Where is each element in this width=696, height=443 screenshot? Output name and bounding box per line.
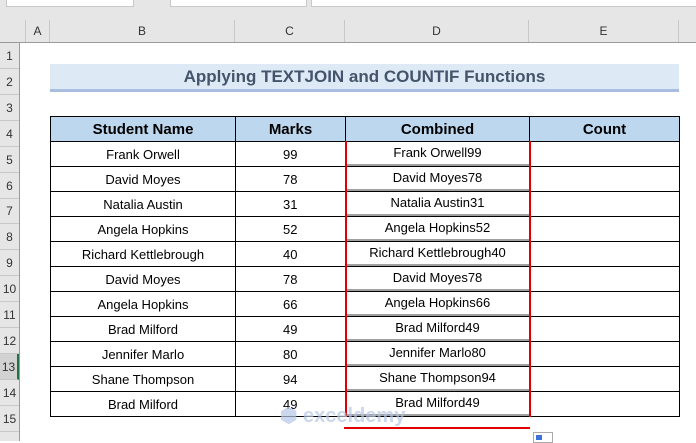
cell-marks[interactable]: 78 (235, 166, 346, 192)
cell-student-name[interactable]: Brad Milford (50, 391, 236, 417)
row-header[interactable]: 14 (0, 380, 19, 406)
name-box[interactable] (6, 0, 134, 7)
cell-student-name[interactable]: Angela Hopkins (50, 291, 236, 317)
cell-combined[interactable]: Jennifer Marlo80 (344, 341, 531, 367)
quick-analysis-button[interactable] (533, 432, 553, 443)
row-header[interactable]: 10 (0, 276, 19, 303)
row-header[interactable]: 2 (0, 69, 19, 95)
cell-count[interactable] (529, 216, 680, 242)
sheet-title: Applying TEXTJOIN and COUNTIF Functions (50, 64, 679, 92)
cell-student-name[interactable]: Angela Hopkins (50, 216, 236, 242)
column-header[interactable]: D (345, 20, 529, 42)
cell-count[interactable] (529, 166, 680, 192)
cell-count[interactable] (529, 291, 680, 317)
cell-student-name[interactable]: Jennifer Marlo (50, 341, 236, 367)
row-headers: 1 2 3 4 5 6 7 8 9 10 11 12 13 14 15 (0, 43, 20, 441)
table-row: David Moyes 78 David Moyes78 (50, 266, 680, 292)
column-header[interactable]: C (235, 20, 345, 42)
cell-marks[interactable]: 40 (235, 241, 346, 267)
table-row: Angela Hopkins 52 Angela Hopkins52 (50, 216, 680, 242)
table-row: Shane Thompson 94 Shane Thompson94 (50, 366, 680, 392)
table-row: Richard Kettlebrough 40 Richard Kettlebrou… (50, 241, 680, 267)
cell-combined[interactable]: Frank Orwell99 (344, 141, 531, 167)
cell-marks[interactable]: 80 (235, 341, 346, 367)
cell-marks[interactable]: 52 (235, 216, 346, 242)
select-all-button[interactable] (0, 20, 26, 42)
cell-student-name[interactable]: Frank Orwell (50, 141, 236, 167)
row-header[interactable]: 12 (0, 328, 19, 354)
cell-count[interactable] (529, 141, 680, 167)
table-row: Frank Orwell 99 Frank Orwell99 (50, 141, 680, 167)
data-table: Student Name Marks Combined Count Frank … (50, 116, 680, 417)
table-row: Angela Hopkins 66 Angela Hopkins66 (50, 291, 680, 317)
column-headers: A B C D E (0, 20, 696, 43)
combined-value: Angela Hopkins66 (346, 292, 529, 316)
row-header[interactable]: 7 (0, 198, 19, 225)
cell-combined[interactable]: Richard Kettlebrough40 (344, 241, 531, 267)
cell-combined[interactable]: David Moyes78 (344, 266, 531, 292)
row-header[interactable]: 1 (0, 43, 19, 69)
cell-count[interactable] (529, 266, 680, 292)
row-header[interactable]: 8 (0, 224, 19, 251)
cell-marks[interactable]: 49 (235, 316, 346, 342)
combined-value: Frank Orwell99 (346, 142, 529, 166)
cell-count[interactable] (529, 366, 680, 392)
cell-student-name[interactable]: David Moyes (50, 166, 236, 192)
cell-marks[interactable]: 78 (235, 266, 346, 292)
header-marks[interactable]: Marks (235, 116, 346, 142)
row-header[interactable]: 13 (0, 353, 19, 380)
column-header[interactable]: E (529, 20, 679, 42)
table-header-row: Student Name Marks Combined Count (50, 116, 680, 142)
combined-value: Shane Thompson94 (346, 367, 529, 391)
cell-student-name[interactable]: Brad Milford (50, 316, 236, 342)
cell-combined[interactable]: Brad Milford49 (344, 316, 531, 342)
row-header[interactable]: 3 (0, 95, 19, 121)
combined-value: Jennifer Marlo80 (346, 342, 529, 366)
header-combined[interactable]: Combined (345, 116, 530, 142)
table-row: Jennifer Marlo 80 Jennifer Marlo80 (50, 341, 680, 367)
function-box[interactable] (170, 0, 307, 7)
watermark-logo: ⬢ exceldemy (280, 405, 406, 427)
combined-value: David Moyes78 (346, 167, 529, 191)
combined-value: Natalia Austin31 (346, 192, 529, 216)
cell-student-name[interactable]: Richard Kettlebrough (50, 241, 236, 267)
cell-count[interactable] (529, 241, 680, 267)
cell-count[interactable] (529, 316, 680, 342)
row-header[interactable]: 11 (0, 302, 19, 328)
row-header[interactable]: 15 (0, 406, 19, 432)
cell-combined[interactable]: Angela Hopkins52 (344, 216, 531, 242)
cell-student-name[interactable]: David Moyes (50, 266, 236, 292)
row-header[interactable]: 5 (0, 147, 19, 173)
column-header[interactable]: B (50, 20, 235, 42)
cell-student-name[interactable]: Shane Thompson (50, 366, 236, 392)
formula-bar-area (0, 0, 696, 20)
combined-value: David Moyes78 (346, 267, 529, 291)
combined-value: Angela Hopkins52 (346, 217, 529, 241)
cell-combined[interactable]: David Moyes78 (344, 166, 531, 192)
cell-combined[interactable]: Shane Thompson94 (344, 366, 531, 392)
cell-combined[interactable]: Angela Hopkins66 (344, 291, 531, 317)
cell-marks[interactable]: 94 (235, 366, 346, 392)
row-header[interactable]: 4 (0, 121, 19, 147)
column-header[interactable]: A (26, 20, 50, 42)
quick-analysis-icon (536, 435, 542, 440)
cell-marks[interactable]: 66 (235, 291, 346, 317)
combined-value: Richard Kettlebrough40 (346, 242, 529, 266)
header-count[interactable]: Count (529, 116, 680, 142)
cell-count[interactable] (529, 341, 680, 367)
cell-count[interactable] (529, 191, 680, 217)
cell-combined[interactable]: Natalia Austin31 (344, 191, 531, 217)
cell-marks[interactable]: 31 (235, 191, 346, 217)
cell-marks[interactable]: 99 (235, 141, 346, 167)
table-row: David Moyes 78 David Moyes78 (50, 166, 680, 192)
row-header[interactable]: 6 (0, 173, 19, 199)
header-student-name[interactable]: Student Name (50, 116, 236, 142)
cell-count[interactable] (529, 391, 680, 417)
table-row: Natalia Austin 31 Natalia Austin31 (50, 191, 680, 217)
row-header[interactable]: 9 (0, 250, 19, 277)
combined-value: Brad Milford49 (346, 317, 529, 341)
formula-input[interactable] (311, 0, 696, 7)
table-row: Brad Milford 49 Brad Milford49 (50, 316, 680, 342)
cell-student-name[interactable]: Natalia Austin (50, 191, 236, 217)
